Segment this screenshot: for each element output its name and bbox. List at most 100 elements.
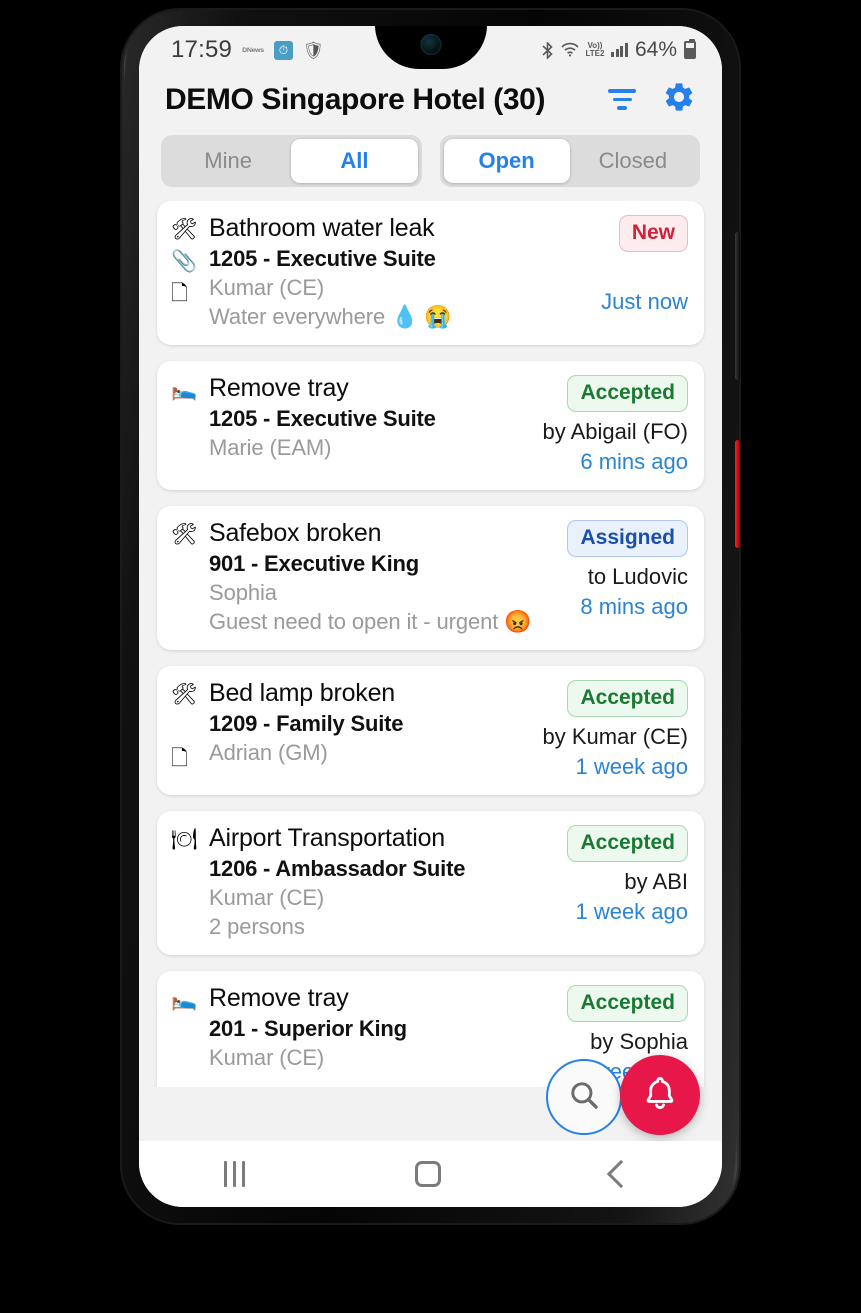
row-status: Accepted by ABI 1 week ago — [567, 823, 688, 941]
task-time: 8 mins ago — [580, 594, 688, 619]
phone-screen: 17:59 DNews ⏱ 🛡 Vo)) LTE2 64% DEMO Singa… — [139, 26, 722, 1207]
status-bar-right: Vo)) LTE2 64% — [532, 38, 696, 62]
status-badge: Accepted — [567, 680, 688, 717]
task-person: Marie (EAM) — [209, 435, 332, 460]
task-room: 1205 - Executive Suite — [209, 246, 436, 271]
tools-icon: 🛠 — [171, 218, 198, 241]
task-time: 6 mins ago — [580, 449, 688, 474]
android-nav-bar — [139, 1141, 722, 1207]
task-time: 1 week ago — [575, 754, 688, 779]
page-title: DEMO Singapore Hotel (30) — [165, 82, 546, 116]
scope-segment-group: Mine All — [161, 135, 422, 187]
row-main: Safebox broken 901 - Executive King Soph… — [209, 518, 559, 636]
home-icon[interactable] — [415, 1161, 441, 1187]
search-icon — [567, 1078, 601, 1117]
status-bar-left: 17:59 DNews ⏱ 🛡 — [171, 36, 325, 64]
battery-percent: 64% — [634, 38, 677, 61]
task-person: Kumar (CE) — [209, 1045, 325, 1070]
row-status: Accepted by Abigail (FO) 6 mins ago — [542, 373, 689, 476]
table-row[interactable]: 🛠 Safebox broken 901 - Executive King So… — [157, 506, 704, 650]
table-row[interactable]: 🛠 📎 🗋 Bathroom water leak 1205 - Executi… — [157, 201, 704, 345]
task-title: Airport Transportation — [209, 824, 445, 852]
task-note: 2 persons — [209, 914, 305, 939]
volume-button[interactable] — [735, 232, 740, 380]
bell-icon — [640, 1073, 680, 1118]
tab-mine[interactable]: Mine — [165, 139, 291, 183]
tab-closed[interactable]: Closed — [570, 139, 696, 183]
task-by: by Kumar (CE) — [542, 724, 688, 749]
task-room: 1206 - Ambassador Suite — [209, 856, 466, 881]
back-icon[interactable] — [606, 1159, 636, 1189]
paperclip-icon: 📎 — [171, 250, 198, 273]
notes-icon: 🗋 — [171, 282, 188, 305]
status-badge: Accepted — [567, 985, 688, 1022]
task-by: by ABI — [624, 869, 688, 894]
task-time: Just now — [601, 289, 688, 314]
task-title: Bed lamp broken — [209, 679, 396, 707]
filter-button[interactable] — [608, 89, 636, 110]
signal-icon — [611, 43, 628, 57]
task-list[interactable]: 🛠 📎 🗋 Bathroom water leak 1205 - Executi… — [139, 201, 722, 1087]
bed-icon: 🛌 — [171, 378, 198, 401]
bed-icon: 🛌 — [171, 988, 198, 1011]
status-badge: Accepted — [567, 825, 688, 862]
task-person: Kumar (CE) — [209, 275, 325, 300]
row-status: Accepted by Kumar (CE) 1 week ago — [543, 678, 688, 781]
task-title: Remove tray — [209, 984, 349, 1012]
task-by: by Sophia — [590, 1029, 688, 1054]
task-room: 1205 - Executive Suite — [209, 406, 436, 431]
row-main: Bathroom water leak 1205 - Executive Sui… — [209, 213, 593, 331]
task-time: 1 week ago — [575, 899, 688, 924]
row-status: New Just now — [601, 213, 688, 331]
power-button[interactable] — [735, 440, 740, 548]
notifications-fab-button[interactable] — [620, 1055, 700, 1135]
task-note: Guest need to open it - urgent 😡 — [209, 609, 532, 634]
row-icons: 🍽 — [171, 823, 209, 941]
task-room: 901 - Executive King — [209, 551, 419, 576]
task-title: Bathroom water leak — [209, 214, 435, 242]
row-icons: 🛠 📎 🗋 — [171, 213, 209, 331]
screenshot-stage: 17:59 DNews ⏱ 🛡 Vo)) LTE2 64% DEMO Singa… — [0, 0, 861, 1313]
task-room: 201 - Superior King — [209, 1016, 407, 1041]
bluetooth-icon — [532, 40, 553, 60]
row-icons: 🛌 — [171, 983, 209, 1086]
volte-icon: Vo)) LTE2 — [586, 42, 605, 58]
wifi-icon — [560, 42, 579, 58]
recent-apps-icon[interactable] — [224, 1161, 245, 1187]
task-title: Safebox broken — [209, 519, 382, 547]
bell-service-icon: 🍽 — [171, 828, 198, 851]
table-row[interactable]: 🛠 ▫ 🗋 Bed lamp broken 1209 - Family Suit… — [157, 666, 704, 795]
row-main: Remove tray 1205 - Executive Suite Marie… — [209, 373, 535, 476]
task-by: by Abigail (FO) — [542, 419, 689, 444]
row-icons: 🛠 ▫ 🗋 — [171, 678, 209, 781]
status-badge: Assigned — [567, 520, 688, 557]
segmented-controls: Mine All Open Closed — [139, 129, 722, 201]
tab-open[interactable]: Open — [443, 139, 570, 183]
tools-icon: 🛠 — [171, 683, 198, 706]
status-badge: Accepted — [567, 375, 688, 412]
row-main: Bed lamp broken 1209 - Family Suite Adri… — [209, 678, 535, 781]
table-row[interactable]: 🛌 Remove tray 201 - Superior King Kumar … — [157, 971, 704, 1087]
app-header: DEMO Singapore Hotel (30) — [139, 74, 722, 129]
search-fab-button[interactable] — [546, 1059, 622, 1135]
settings-button[interactable] — [662, 80, 696, 119]
header-actions — [608, 80, 696, 119]
row-main: Airport Transportation 1206 - Ambassador… — [209, 823, 559, 941]
filter-icon — [608, 89, 636, 110]
row-icons: 🛌 — [171, 373, 209, 476]
state-segment-group: Open Closed — [439, 135, 700, 187]
task-person: Sophia — [209, 580, 277, 605]
row-icons: 🛠 — [171, 518, 209, 636]
task-note: Water everywhere 💧 😭 — [209, 304, 452, 329]
row-status: Assigned to Ludovic 8 mins ago — [567, 518, 688, 636]
task-title: Remove tray — [209, 374, 349, 402]
task-person: Kumar (CE) — [209, 885, 325, 910]
gear-icon — [662, 80, 696, 119]
task-room: 1209 - Family Suite — [209, 711, 404, 736]
task-by: to Ludovic — [587, 564, 688, 589]
tab-all[interactable]: All — [291, 139, 418, 183]
tools-icon: 🛠 — [171, 523, 198, 546]
alarm-badge-icon: ⏱ — [273, 40, 293, 60]
table-row[interactable]: 🛌 Remove tray 1205 - Executive Suite Mar… — [157, 361, 704, 490]
table-row[interactable]: 🍽 Airport Transportation 1206 - Ambassad… — [157, 811, 704, 955]
